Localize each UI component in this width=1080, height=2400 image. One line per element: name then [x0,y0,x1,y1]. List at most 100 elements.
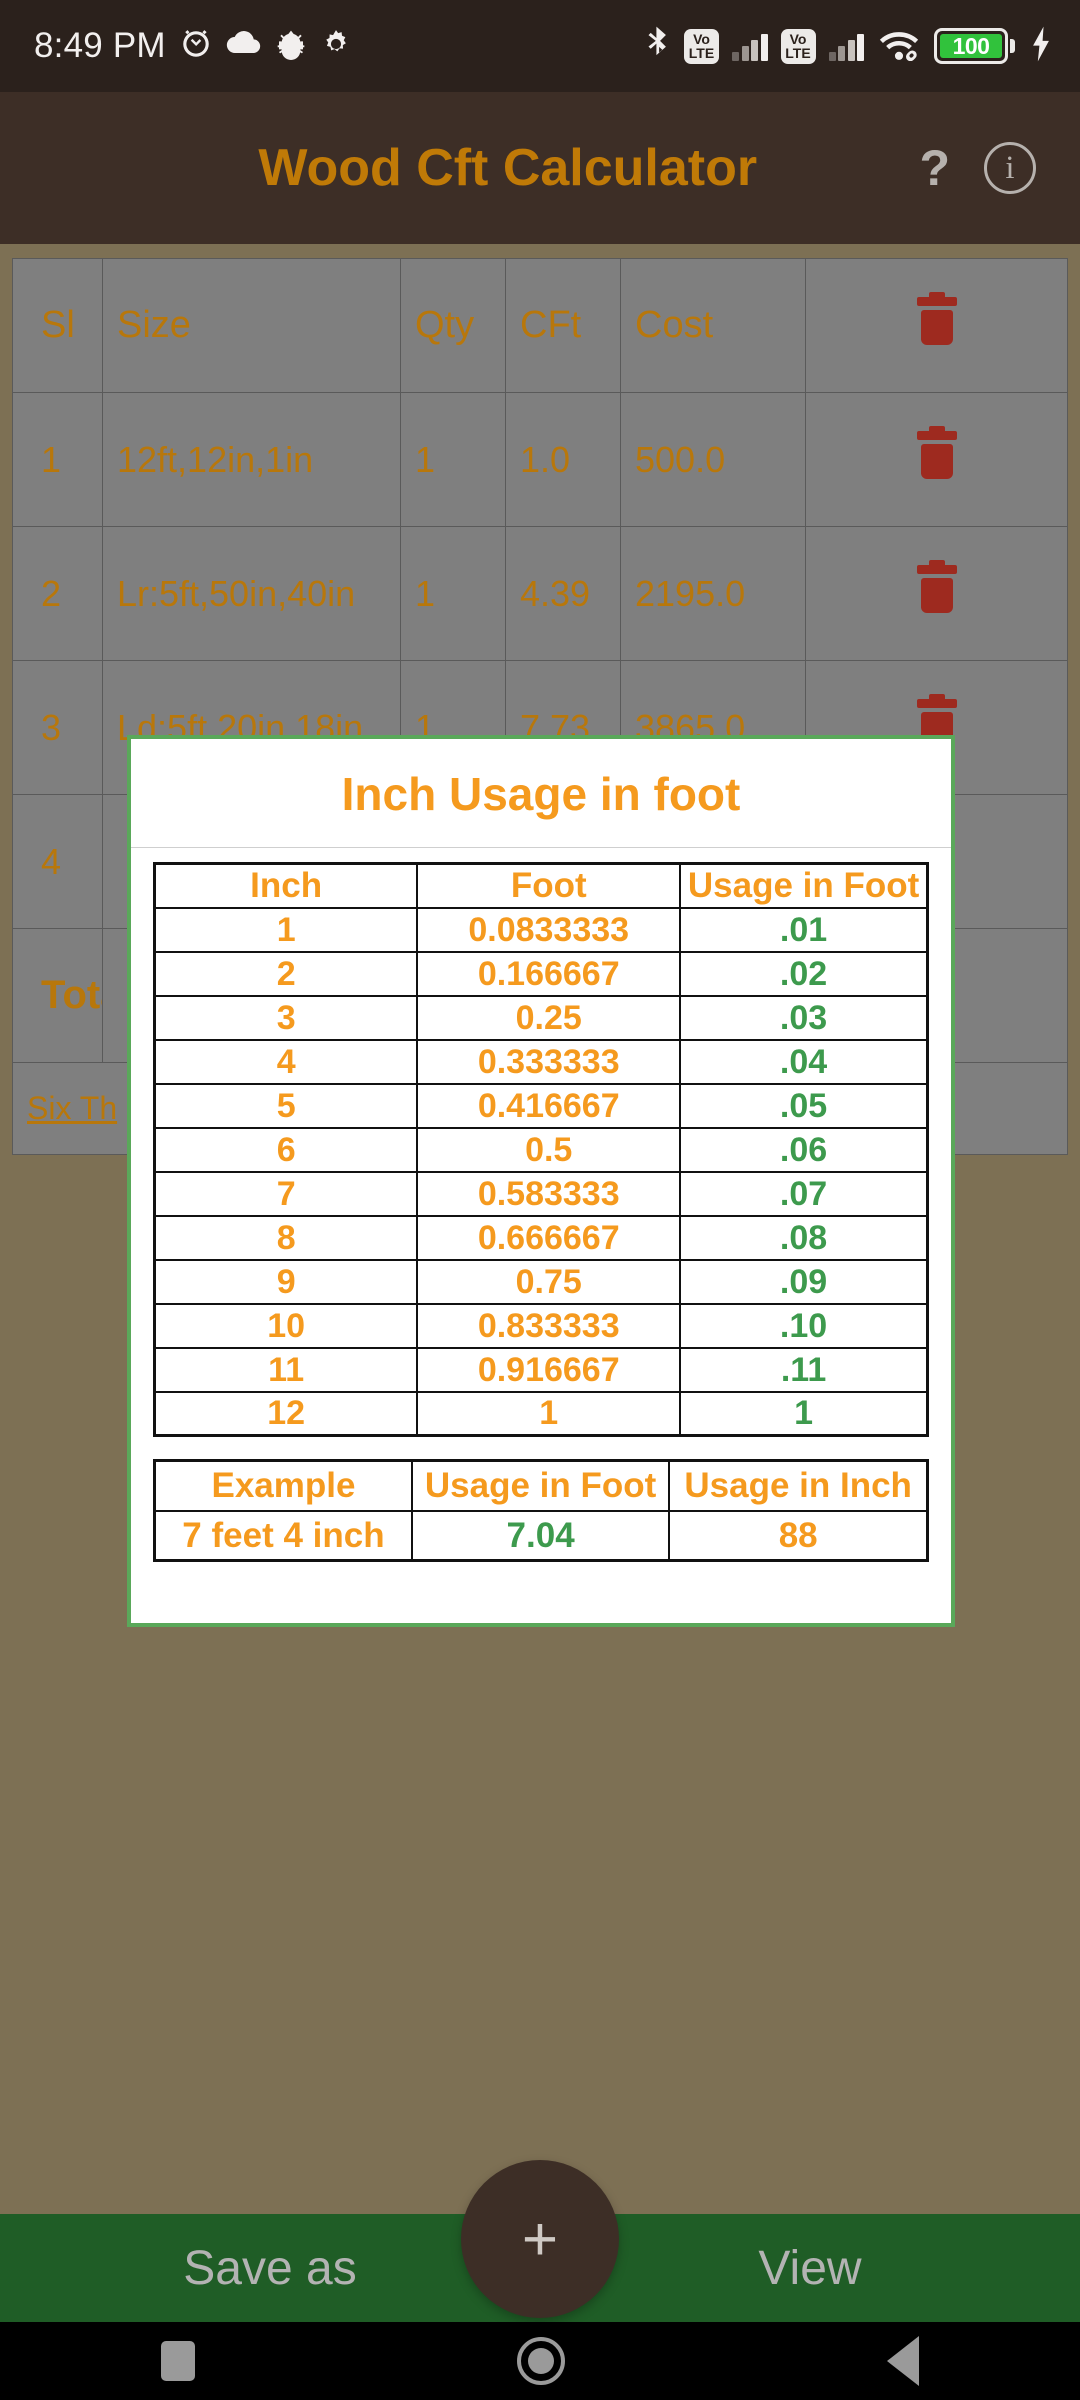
conv-inch: 2 [153,950,419,997]
row-size: 12ft,12in,1in [102,392,401,527]
conv-inch: 3 [153,994,419,1041]
conv-foot: 0.416667 [416,1082,682,1129]
conv-usage: .04 [679,1038,929,1085]
conversion-header-row: Inch Foot Usage in Foot [153,862,929,909]
recents-icon[interactable] [161,2341,195,2381]
status-bar-right: Vo LTE Vo LTE 100 [645,25,1054,68]
conversion-row: 3 0.25 .03 [153,994,929,1041]
row-qty: 1 [400,392,506,527]
example-value: 7 feet 4 inch [153,1509,413,1562]
wifi-icon [877,27,921,66]
conv-foot: 0.75 [416,1258,682,1305]
example-table: Example Usage in Foot Usage in Inch 7 fe… [153,1459,929,1562]
conversion-row: 4 0.333333 .04 [153,1038,929,1085]
row-cft: 4.39 [505,526,621,661]
trash-icon[interactable] [916,291,957,345]
conv-foot: 0.333333 [416,1038,682,1085]
volte-icon-2: Vo LTE [780,28,816,64]
conv-foot: 0.0833333 [416,906,682,953]
row-cft: 1.0 [505,392,621,527]
example-usage-inch: 88 [668,1509,929,1562]
bluetooth-icon [645,25,671,68]
header-size: Size [102,258,401,393]
help-icon[interactable]: ? [919,143,950,193]
conv-inch: 10 [153,1302,419,1349]
row-sl: 3 [12,660,103,795]
battery-level-text: 100 [940,33,1002,59]
conv-header-usage: Usage in Foot [679,862,929,909]
conversion-row: 8 0.666667 .08 [153,1214,929,1261]
android-nav-bar [0,2322,1080,2400]
conv-inch: 11 [153,1346,419,1393]
back-icon[interactable] [887,2336,919,2386]
row-sl: 1 [12,392,103,527]
example-usage-foot: 7.04 [410,1509,671,1562]
conversion-row: 11 0.916667 .11 [153,1346,929,1393]
header-sl: Sl [12,258,103,393]
example-header-row: Example Usage in Foot Usage in Inch [153,1459,929,1512]
example-header-example: Example [153,1459,413,1512]
add-entry-fab[interactable]: + [461,2160,619,2318]
example-row: 7 feet 4 inch 7.04 88 [153,1509,929,1562]
header-qty: Qty [400,258,506,393]
home-icon[interactable] [517,2337,565,2385]
save-as-button[interactable]: Save as [0,2241,540,2296]
signal-bars-icon-2 [828,31,864,61]
table-row[interactable]: 1 12ft,12in,1in 1 1.0 500.0 [12,392,1068,527]
conv-usage: .01 [679,906,929,953]
row-qty: 1 [400,526,506,661]
row-size: Lr:5ft,50in,40in [102,526,401,661]
conv-usage: .06 [679,1126,929,1173]
row-delete-button[interactable] [805,526,1068,661]
conv-foot: 0.5 [416,1126,682,1173]
conv-usage: .03 [679,994,929,1041]
signal-bars-icon-1 [732,31,768,61]
trash-icon[interactable] [916,426,957,479]
charging-bolt-icon [1028,25,1054,68]
conversion-row: 1 0.0833333 .01 [153,906,929,953]
conversion-row: 9 0.75 .09 [153,1258,929,1305]
inch-foot-conversion-table: Inch Foot Usage in Foot 1 0.0833333 .01 … [153,862,929,1437]
conv-usage: .10 [679,1302,929,1349]
plus-icon: + [521,2204,559,2274]
conversion-row: 7 0.583333 .07 [153,1170,929,1217]
battery-icon: 100 [934,28,1015,64]
total-label: Total [12,928,103,1063]
conv-inch: 1 [153,906,419,953]
alarm-icon [179,27,213,66]
table-row[interactable]: 2 Lr:5ft,50in,40in 1 4.39 2195.0 [12,526,1068,661]
clock: 8:49 PM [34,26,166,65]
page-title: Wood Cft Calculator [258,139,758,197]
android-debug-icon [275,28,307,65]
conversion-row: 2 0.166667 .02 [153,950,929,997]
conv-inch: 6 [153,1126,419,1173]
dialog-title: Inch Usage in foot [131,739,951,848]
conversion-row: 5 0.416667 .05 [153,1082,929,1129]
conv-inch: 12 [153,1390,419,1437]
volte-vo-text-2: Vo [789,31,807,47]
conv-usage: 1 [679,1390,929,1437]
conv-foot: 1 [416,1390,682,1437]
app-bar-actions: ? i [919,142,1080,194]
gear-icon [320,28,352,65]
status-bar: 8:49 PM Vo LTE Vo LTE 100 [0,0,1080,92]
row-sl: 4 [12,794,103,929]
view-button[interactable]: View [540,2241,1080,2296]
conv-foot: 0.833333 [416,1302,682,1349]
cloud-icon [226,30,262,62]
table-header-row: Sl Size Qty CFt Cost [12,258,1068,393]
row-delete-button[interactable] [805,392,1068,527]
conv-inch: 7 [153,1170,419,1217]
conversion-row: 10 0.833333 .10 [153,1302,929,1349]
header-cft: CFt [505,258,621,393]
conv-usage: .07 [679,1170,929,1217]
info-icon[interactable]: i [984,142,1036,194]
row-sl: 2 [12,526,103,661]
volte-lte-text-2: LTE [785,45,811,61]
conv-foot: 0.583333 [416,1170,682,1217]
delete-all-button[interactable] [805,258,1068,393]
conv-inch: 5 [153,1082,419,1129]
trash-icon[interactable] [916,560,957,613]
conversion-row: 12 1 1 [153,1390,929,1437]
conv-usage: .11 [679,1346,929,1393]
